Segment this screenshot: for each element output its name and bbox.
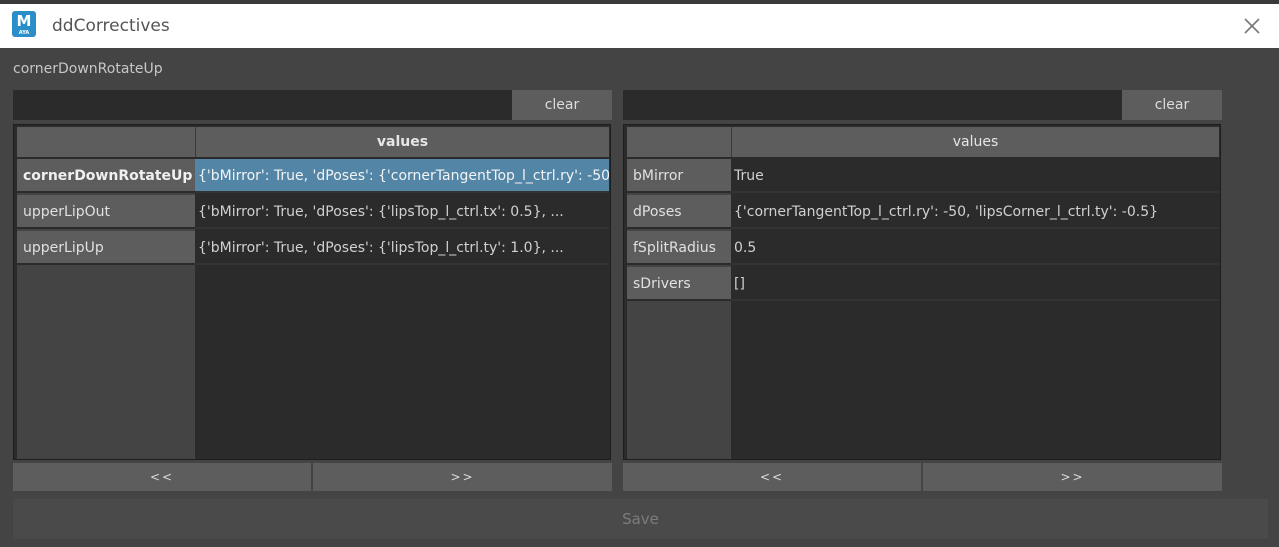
right-row-value[interactable]: {'cornerTangentTop_l_ctrl.ry': -50, 'lip… (731, 195, 1219, 229)
right-filter-input[interactable] (623, 90, 1122, 120)
left-row-header[interactable]: upperLipUp (17, 231, 195, 265)
close-icon[interactable] (1240, 14, 1264, 38)
right-row-value[interactable]: 0.5 (731, 231, 1219, 265)
save-button[interactable]: Save (13, 499, 1268, 539)
left-filter-input[interactable] (13, 90, 512, 120)
right-clear-button[interactable]: clear (1122, 90, 1222, 120)
left-row-value[interactable]: {'bMirror': True, 'dPoses': {'lipsTop_l_… (195, 195, 609, 229)
current-pose-label: cornerDownRotateUp (13, 61, 163, 77)
left-pose-table: values cornerDownRotateUp {'bMirror': Tr… (13, 124, 611, 460)
left-row-value[interactable]: {'bMirror': True, 'dPoses': {'lipsTop_l_… (195, 231, 609, 265)
maya-app-icon: M AYA (12, 11, 36, 37)
left-row-header[interactable]: upperLipOut (17, 195, 195, 229)
left-table-corner (17, 127, 195, 157)
right-values-header[interactable]: values (731, 127, 1219, 157)
right-prev-button[interactable]: << (623, 463, 921, 491)
right-row-header[interactable]: fSplitRadius (627, 231, 731, 265)
right-row-header[interactable]: sDrivers (627, 267, 731, 301)
right-table-corner (627, 127, 731, 157)
right-row-value[interactable]: True (731, 159, 1219, 193)
left-clear-button[interactable]: clear (512, 90, 612, 120)
right-next-button[interactable]: >> (923, 463, 1222, 491)
right-row-header[interactable]: bMirror (627, 159, 731, 193)
left-values-header[interactable]: values (195, 127, 609, 157)
title-bar: M AYA ddCorrectives (0, 0, 1279, 48)
left-next-button[interactable]: >> (313, 463, 612, 491)
left-row-value[interactable]: {'bMirror': True, 'dPoses': {'cornerTang… (195, 159, 609, 193)
right-row-header[interactable]: dPoses (627, 195, 731, 229)
left-row-header[interactable]: cornerDownRotateUp (17, 159, 195, 193)
right-attribute-table: values bMirror True dPoses {'cornerTange… (623, 124, 1221, 460)
left-prev-button[interactable]: << (13, 463, 311, 491)
right-row-value[interactable]: [] (731, 267, 1219, 301)
window-title: ddCorrectives (52, 16, 170, 36)
